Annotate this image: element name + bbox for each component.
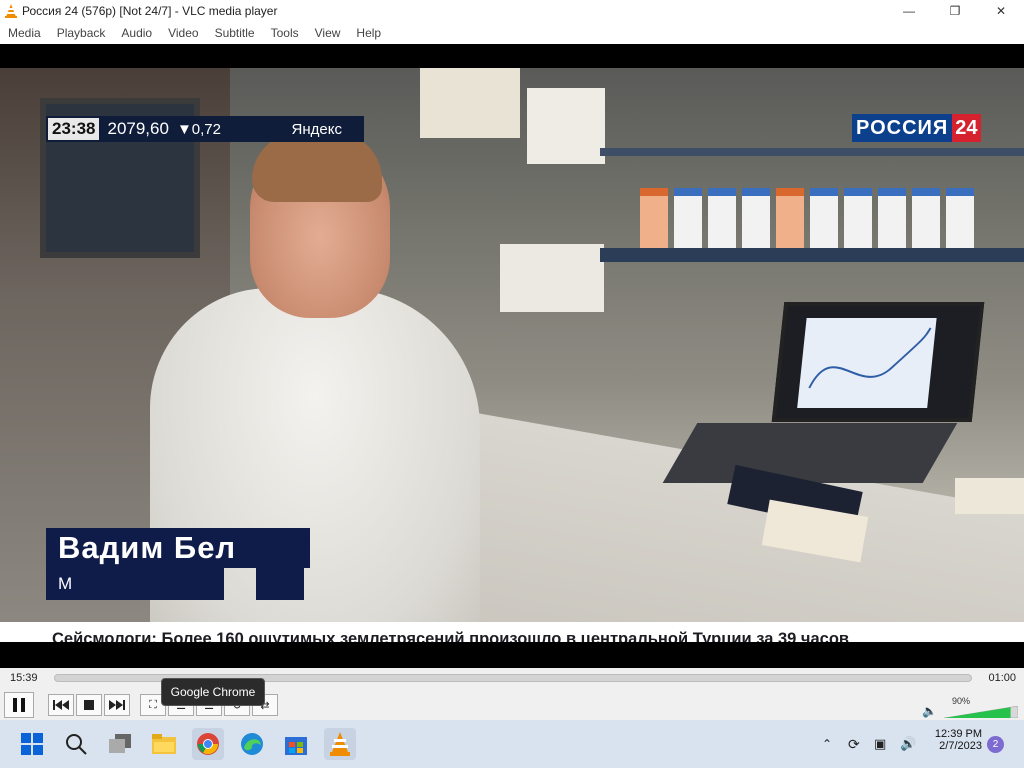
news-crawl: Сейсмологи: Более 160 ощутимых землетряс…: [0, 622, 1024, 642]
vlc-icon[interactable]: [324, 728, 356, 760]
chrome-icon[interactable]: [192, 728, 224, 760]
laptop-screen: [771, 302, 985, 422]
taskbar: ⌃ ⟳ ▣ 🔊 12:39 PM 2/7/2023: [0, 720, 1024, 768]
wall-poster: [527, 88, 605, 164]
chevron-up-icon[interactable]: ⌃: [822, 737, 840, 751]
video-area[interactable]: 23:38 2079,60 ▼0,72 Яндекс РОССИЯ 24 Вад…: [0, 44, 1024, 668]
task-view-icon[interactable]: [104, 728, 136, 760]
network-icon[interactable]: ▣: [874, 736, 892, 752]
file-explorer-icon[interactable]: [148, 728, 180, 760]
wall-poster: [500, 244, 604, 312]
menu-audio[interactable]: Audio: [113, 26, 160, 40]
system-tray: ⌃ ⟳ ▣ 🔊: [822, 720, 918, 768]
menu-video[interactable]: Video: [160, 26, 206, 40]
market-ticker: 23:38 2079,60 ▼0,72 Яндекс: [46, 116, 364, 142]
menu-playback[interactable]: Playback: [49, 26, 114, 40]
store-icon[interactable]: [280, 728, 312, 760]
speaker-icon[interactable]: 🔊: [900, 736, 918, 752]
menu-bar: Media Playback Audio Video Subtitle Tool…: [0, 22, 1024, 44]
close-icon[interactable]: ✕: [978, 0, 1024, 22]
elapsed-time: 15:39: [10, 672, 38, 684]
lower-third: Вадим Бел М: [46, 528, 310, 600]
vlc-cone-icon: [5, 4, 17, 18]
taskbar-date: 2/7/2023: [939, 740, 982, 752]
person-name: Вадим Бел: [58, 530, 237, 565]
person-role: М: [58, 574, 73, 593]
crawl-text: Сейсмологи: Более 160 ощутимых землетряс…: [52, 629, 850, 643]
pause-icon[interactable]: [4, 692, 34, 718]
data-source: Яндекс: [291, 120, 342, 138]
remaining-time: 01:00: [988, 672, 1016, 684]
volume-slider[interactable]: [944, 706, 1018, 718]
stop-icon[interactable]: [76, 694, 102, 716]
wall-poster: [420, 68, 520, 138]
name-plate: Вадим Бел: [46, 528, 310, 568]
taskbar-time: 12:39 PM: [934, 728, 982, 740]
window-title: Россия 24 (576p) [Not 24/7] - VLC media …: [22, 4, 278, 18]
maximize-icon[interactable]: ❐: [932, 0, 978, 22]
lab-shelf: [600, 148, 1024, 156]
title-bar: Россия 24 (576p) [Not 24/7] - VLC media …: [0, 0, 1024, 22]
video-frame: 23:38 2079,60 ▼0,72 Яндекс РОССИЯ 24 Вад…: [0, 68, 1024, 642]
previous-icon[interactable]: [48, 694, 74, 716]
menu-subtitle[interactable]: Subtitle: [207, 26, 263, 40]
playback-controls: 15:39 01:00 ⛶ ☰ ☰ ↻ ⇄ 🔈 90%: [0, 668, 1024, 720]
role-plate: М: [46, 568, 310, 600]
index-change: ▼0,72: [176, 120, 221, 138]
laptop-keyboard: [662, 423, 958, 483]
search-icon[interactable]: [60, 728, 92, 760]
lab-shelf: [600, 248, 1024, 262]
interviewee-hair: [252, 132, 382, 202]
volume-percent: 90%: [952, 696, 971, 706]
speaker-icon[interactable]: 🔈: [922, 704, 937, 718]
taskbar-tooltip: Google Chrome: [161, 678, 265, 706]
channel-name: РОССИЯ: [852, 114, 953, 142]
index-value: 2079,60: [107, 119, 169, 138]
channel-logo: РОССИЯ 24: [852, 114, 981, 142]
edge-icon[interactable]: [236, 728, 268, 760]
window-controls: — ❐ ✕: [886, 0, 1024, 22]
taskbar-clock[interactable]: 12:39 PM 2/7/2023: [930, 728, 982, 752]
sync-icon[interactable]: ⟳: [848, 736, 866, 753]
menu-media[interactable]: Media: [0, 26, 49, 40]
device-box: [955, 478, 1024, 514]
channel-number: 24: [952, 114, 981, 142]
next-icon[interactable]: [104, 694, 130, 716]
minimize-icon[interactable]: —: [886, 0, 932, 22]
lab-bottles: [640, 178, 1020, 248]
windows-start-icon[interactable]: [16, 728, 48, 760]
notification-badge[interactable]: 2: [987, 736, 1004, 753]
broadcast-clock: 23:38: [48, 118, 100, 140]
menu-view[interactable]: View: [307, 26, 349, 40]
menu-help[interactable]: Help: [348, 26, 389, 40]
menu-tools[interactable]: Tools: [263, 26, 307, 40]
